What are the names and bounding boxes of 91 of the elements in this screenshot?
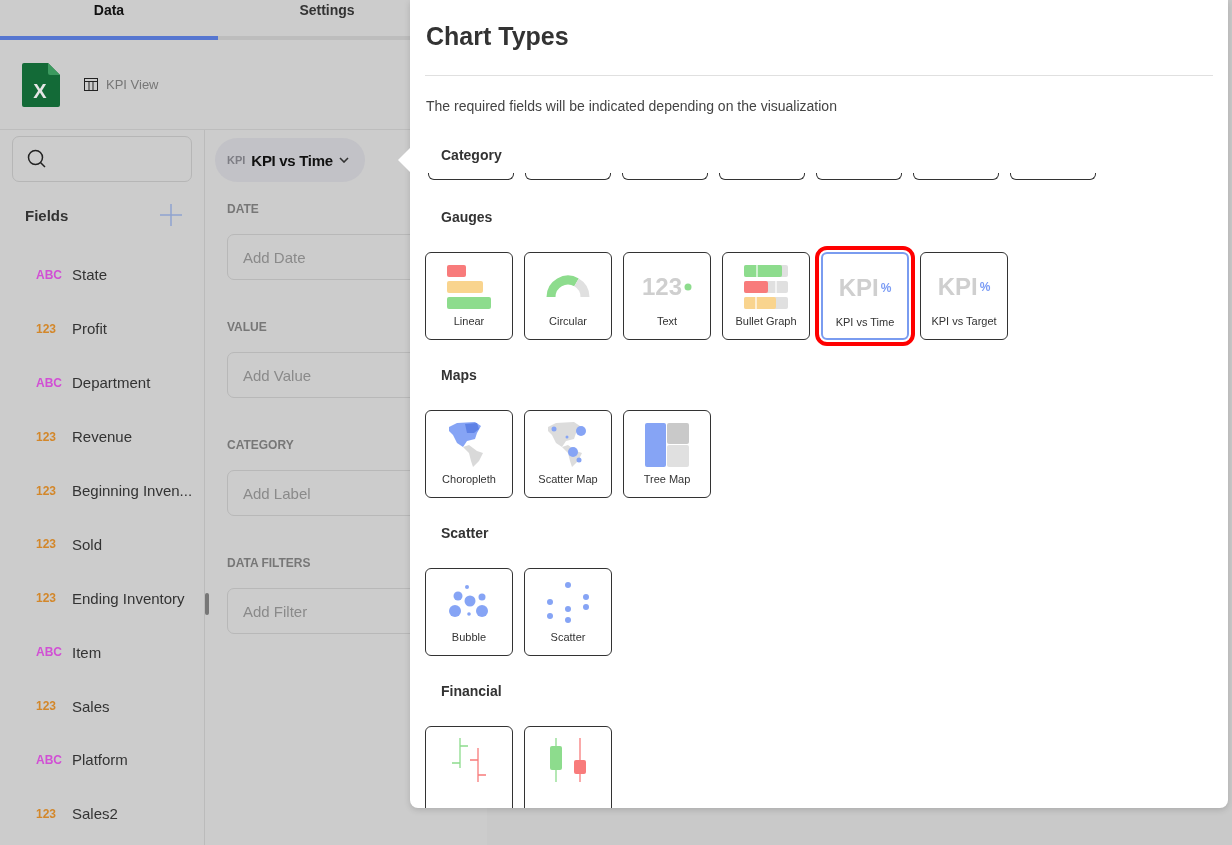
tile-label: Linear <box>453 315 485 327</box>
field-item[interactable]: 123 Beginning Inven... <box>0 463 204 518</box>
search-icon <box>27 149 47 169</box>
field-type-label: 123 <box>36 699 58 714</box>
visualization-picker[interactable]: KPI KPI vs Time <box>215 138 365 182</box>
field-type-label: 123 <box>36 537 58 552</box>
chart-type-tile[interactable]: Linear <box>425 252 513 340</box>
tile-label: Text <box>656 315 678 327</box>
bullet-graph-icon <box>744 265 788 309</box>
section-label: VALUE <box>227 320 267 334</box>
chart-type-tile[interactable] <box>816 173 902 180</box>
tile-label: Bullet Graph <box>735 315 797 327</box>
field-item[interactable]: ABC Department <box>0 355 204 410</box>
field-type-label: ABC <box>36 375 60 390</box>
group-heading: Maps <box>440 366 478 385</box>
chart-type-tile[interactable] <box>1010 173 1096 180</box>
group-heading: Scatter <box>440 524 490 543</box>
percent-icon-text: % <box>979 280 991 294</box>
gauge-icon <box>546 275 590 299</box>
chart-type-tile[interactable]: Scatter Map <box>524 410 612 498</box>
scatter-chart-icon <box>547 582 589 624</box>
field-name: Beginning Inven... <box>72 482 193 499</box>
section-label: CATEGORY <box>227 438 294 452</box>
field-name: Platform <box>72 751 128 769</box>
field-type-label: 123 <box>36 321 58 336</box>
chart-type-tile[interactable] <box>425 726 513 808</box>
field-item[interactable]: 123 Sales2 <box>0 786 204 841</box>
field-name: State <box>72 266 108 284</box>
field-name: Sold <box>72 535 103 553</box>
chart-type-tile[interactable]: Tree Map <box>623 410 711 498</box>
field-type-label: ABC <box>36 752 60 767</box>
field-type-label: 123 <box>36 483 58 498</box>
scrollbar-thumb[interactable] <box>205 593 209 615</box>
chart-type-tile[interactable] <box>913 173 999 180</box>
tile-label: Bubble <box>451 631 487 643</box>
section-label: DATE <box>227 202 259 216</box>
field-name: Department <box>72 374 151 392</box>
tile-label: Circular <box>549 315 587 327</box>
section-label: DATA FILTERS <box>227 556 311 570</box>
field-item[interactable]: ABC Item <box>0 625 204 680</box>
ohlc-chart-icon <box>451 738 487 784</box>
field-item[interactable]: 123 Profit <box>0 301 204 356</box>
chart-type-tile[interactable]: Bullet Graph <box>722 252 810 340</box>
field-item[interactable]: 123 Sold <box>0 517 204 572</box>
tile-label: KPI vs Target <box>931 315 997 327</box>
chevron-down-icon <box>338 157 349 163</box>
fields-heading: Fields <box>25 206 69 224</box>
dot-icon <box>684 283 692 291</box>
chart-type-tile[interactable] <box>525 173 611 180</box>
chart-type-tile[interactable]: Circular <box>524 252 612 340</box>
chart-type-tile[interactable] <box>428 173 514 180</box>
tile-label: Scatter <box>550 631 586 643</box>
chart-type-tile[interactable] <box>719 173 805 180</box>
tree-map-icon <box>645 423 689 467</box>
group-heading: Financial <box>440 682 503 701</box>
field-item[interactable]: ABC Platform <box>0 733 204 787</box>
field-type-label: ABC <box>36 267 60 282</box>
table-icon <box>84 78 98 91</box>
field-name: Sales2 <box>72 805 118 823</box>
field-name: Ending Inventory <box>72 589 185 607</box>
field-type-label: 123 <box>36 591 58 606</box>
field-name: Profit <box>72 320 107 338</box>
chart-type-tile[interactable]: Bubble <box>425 568 513 656</box>
group-heading: Category <box>440 146 503 165</box>
tile-label: Scatter Map <box>538 473 598 485</box>
search-field[interactable] <box>12 136 192 182</box>
tab[interactable]: Data <box>0 0 218 40</box>
tile-label: KPI vs Time <box>835 316 895 328</box>
field-type-label: 123 <box>36 806 58 821</box>
tile-label: Tree Map <box>643 473 691 485</box>
percent-icon-text: % <box>880 281 892 295</box>
field-type-label: 123 <box>36 429 58 444</box>
field-name: Sales <box>72 697 110 715</box>
field-item[interactable]: ABC State <box>0 248 204 302</box>
chart-type-tile[interactable]: Choropleth <box>425 410 513 498</box>
spreadsheet-file-icon: X <box>22 62 60 107</box>
dialog-subtitle: The required fields will be indicated depending on the visualization <box>426 98 838 116</box>
chart-type-tile[interactable]: Scatter <box>524 568 612 656</box>
field-type-label: ABC <box>36 645 60 660</box>
group-heading: Gauges <box>440 208 494 227</box>
field-item[interactable]: 123 Sales <box>0 679 204 733</box>
field-name: Revenue <box>72 428 133 446</box>
view-name: KPI View <box>106 77 159 92</box>
chart-type-tile[interactable] <box>524 726 612 808</box>
bar-gauge-icon <box>447 265 491 309</box>
field-name: Item <box>72 643 102 661</box>
kpi-icon-text: KPI <box>227 154 246 166</box>
field-item[interactable]: 123 Ending Inventory <box>0 571 204 626</box>
chart-type-tile[interactable] <box>622 173 708 180</box>
field-item[interactable]: 123 Revenue <box>0 409 204 464</box>
candlestick-chart-icon <box>548 738 588 784</box>
